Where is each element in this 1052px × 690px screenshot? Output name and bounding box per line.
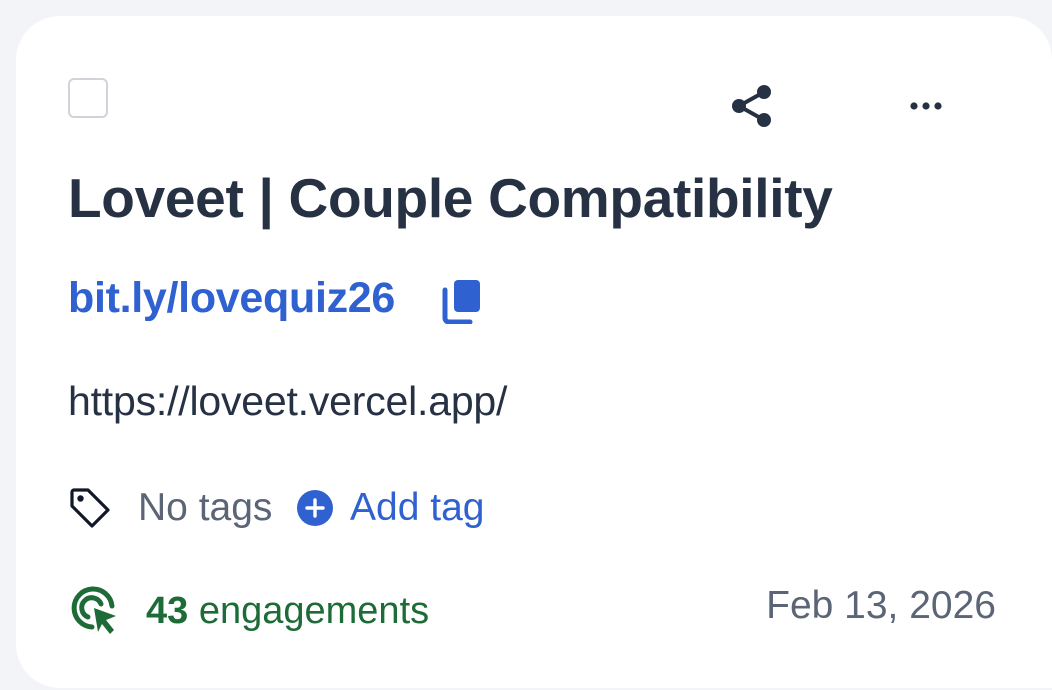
copy-link-button[interactable] [436, 274, 486, 328]
short-link[interactable]: bit.ly/lovequiz26 [68, 274, 395, 323]
add-tag-label: Add tag [350, 486, 485, 529]
copy-icon [442, 280, 480, 324]
add-circle-icon [297, 490, 333, 526]
share-button[interactable] [724, 78, 780, 134]
tag-icon [70, 488, 110, 528]
more-horizontal-icon [910, 102, 942, 110]
add-tag-button[interactable]: Add tag [296, 486, 484, 530]
more-options-button[interactable] [900, 82, 952, 130]
link-card: Loveet | Couple Compatibility bit.ly/lov… [16, 16, 1052, 688]
no-tags-label: No tags [138, 486, 273, 529]
engagement-cursor-icon [71, 586, 116, 634]
share-icon [732, 85, 771, 127]
select-checkbox[interactable] [68, 78, 108, 118]
created-date: Feb 13, 2026 [766, 584, 996, 627]
engagements-summary: 43 engagements [146, 590, 429, 633]
link-title: Loveet | Couple Compatibility [68, 167, 833, 229]
engagement-count: 43 [146, 590, 189, 632]
engagement-label: engagements [198, 590, 430, 632]
destination-url: https://loveet.vercel.app/ [68, 378, 508, 424]
